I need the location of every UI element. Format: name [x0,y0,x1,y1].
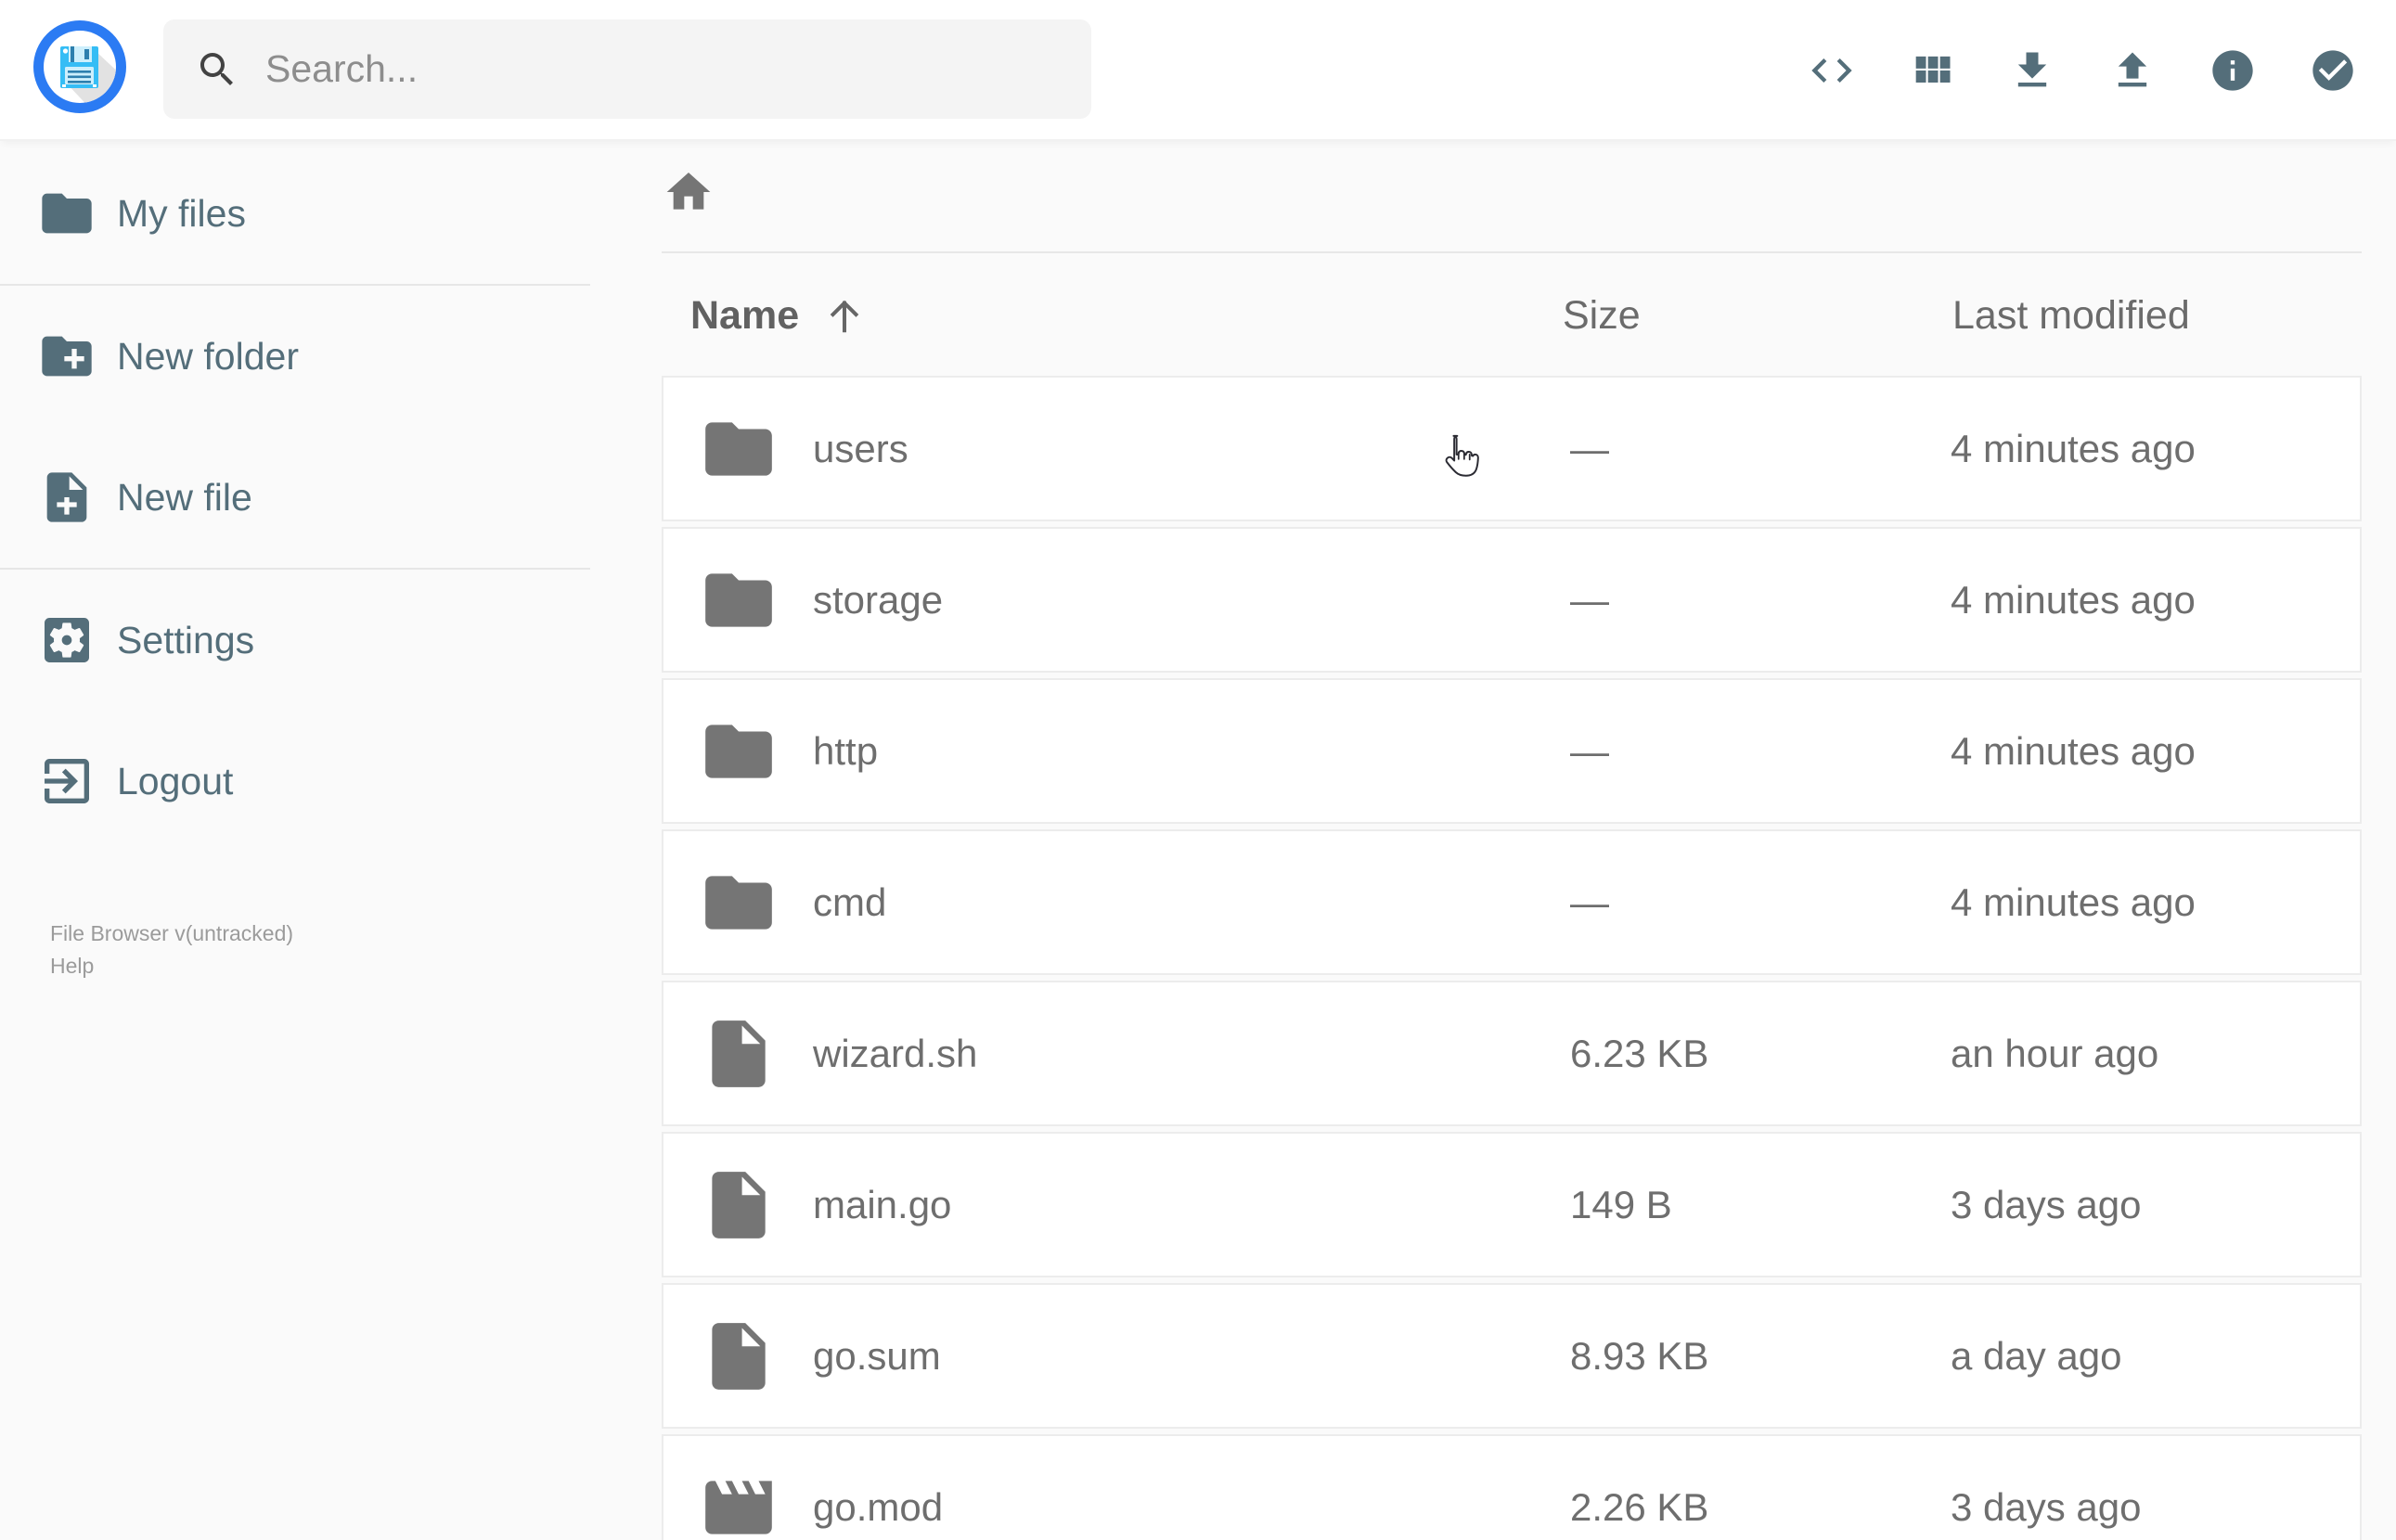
column-label: Name [690,292,800,338]
logout-icon [37,751,97,811]
home-button[interactable] [663,166,715,218]
movie-icon [699,1468,779,1540]
upload-button[interactable] [2108,46,2157,95]
file-size: — [1570,879,1609,924]
breadcrumb [662,142,2362,253]
folder-icon [699,863,779,943]
listing-header: Name Size Last modified [662,255,2362,376]
file-name: users [813,426,908,470]
column-header-size[interactable]: Size [1563,255,1641,376]
toolbar-actions [1808,0,2357,141]
file-name: wizard.sh [813,1031,978,1075]
sidebar: My files New folder New file Settings Lo… [0,143,590,1540]
check-circle-icon [2312,50,2353,91]
file-row[interactable]: wizard.sh 6.23 KB an hour ago [662,981,2362,1126]
sidebar-footer: File Browser v(untracked) Help [50,918,293,982]
column-header-name[interactable]: Name [690,255,866,376]
code-brackets-icon [1811,58,1852,83]
file-size: 8.93 KB [1570,1333,1709,1378]
folder-icon [699,560,779,640]
file-modified: 3 days ago [1951,1182,2142,1226]
folder-plus-icon [37,327,97,386]
upload-arrow-icon [2118,52,2147,87]
column-header-modified[interactable]: Last modified [1952,255,2190,376]
file-row[interactable]: storage — 4 minutes ago [662,527,2362,673]
sidebar-item-label: Settings [117,618,255,661]
search-bar[interactable] [163,19,1091,119]
file-row[interactable]: main.go 149 B 3 days ago [662,1132,2362,1277]
file-icon [699,1165,779,1245]
sort-ascending-arrow-icon [830,300,859,333]
file-modified: an hour ago [1951,1031,2159,1075]
file-name: http [813,728,879,773]
top-bar [0,0,2396,141]
file-row[interactable]: cmd — 4 minutes ago [662,829,2362,975]
search-input[interactable] [265,47,1045,91]
info-circle-icon [2212,50,2253,91]
file-size: — [1570,577,1609,622]
file-name: go.sum [813,1333,941,1378]
file-modified: a day ago [1951,1333,2122,1378]
select-multiple-button[interactable] [2309,46,2357,95]
home-icon [666,173,711,210]
column-label: Size [1563,292,1641,338]
file-row[interactable]: http — 4 minutes ago [662,678,2362,824]
sidebar-item-label: New folder [117,334,299,378]
sidebar-item-label: Logout [117,759,234,802]
sidebar-item-label: My files [117,191,246,235]
column-label: Last modified [1952,292,2190,338]
file-row[interactable]: go.mod 2.26 KB 3 days ago [662,1434,2362,1540]
file-name: cmd [813,879,887,924]
gear-icon [37,610,97,670]
raw-view-button[interactable] [1808,46,1856,95]
filebrowser-logo[interactable] [33,20,126,113]
file-modified: 3 days ago [1951,1484,2142,1529]
sidebar-item-new-file[interactable]: New file [0,427,590,568]
search-icon [200,52,233,85]
file-size: 2.26 KB [1570,1484,1709,1529]
grid-icon [1915,56,1951,83]
file-name: go.mod [813,1484,944,1529]
grid-view-button[interactable] [1908,46,1956,95]
folder-icon [699,409,779,489]
sidebar-item-my-files[interactable]: My files [0,143,590,284]
sidebar-item-settings[interactable]: Settings [0,570,590,711]
file-size: 6.23 KB [1570,1031,1709,1075]
file-modified: 4 minutes ago [1951,426,2196,470]
file-plus-icon [37,468,97,527]
file-size: — [1570,728,1609,773]
sidebar-item-logout[interactable]: Logout [0,711,590,852]
floppy-disk-icon [33,20,126,113]
file-modified: 4 minutes ago [1951,728,2196,773]
file-modified: 4 minutes ago [1951,879,2196,924]
file-row[interactable]: go.sum 8.93 KB a day ago [662,1283,2362,1429]
file-icon [699,1014,779,1094]
folder-icon [699,712,779,791]
file-size: 149 B [1570,1182,1672,1226]
help-link[interactable]: Help [50,950,293,982]
file-icon [699,1316,779,1396]
file-name: main.go [813,1182,952,1226]
file-listing: users — 4 minutes ago storage — 4 minutes ago… [662,376,2362,1540]
folder-icon [37,184,97,243]
version-text: File Browser v(untracked) [50,921,294,945]
file-name: storage [813,577,944,622]
download-button[interactable] [2008,46,2056,95]
sidebar-item-new-folder[interactable]: New folder [0,286,590,427]
download-arrow-icon [2017,52,2047,87]
sidebar-item-label: New file [117,475,252,519]
file-row[interactable]: users — 4 minutes ago [662,376,2362,521]
info-button[interactable] [2209,46,2257,95]
file-size: — [1570,426,1609,470]
file-modified: 4 minutes ago [1951,577,2196,622]
